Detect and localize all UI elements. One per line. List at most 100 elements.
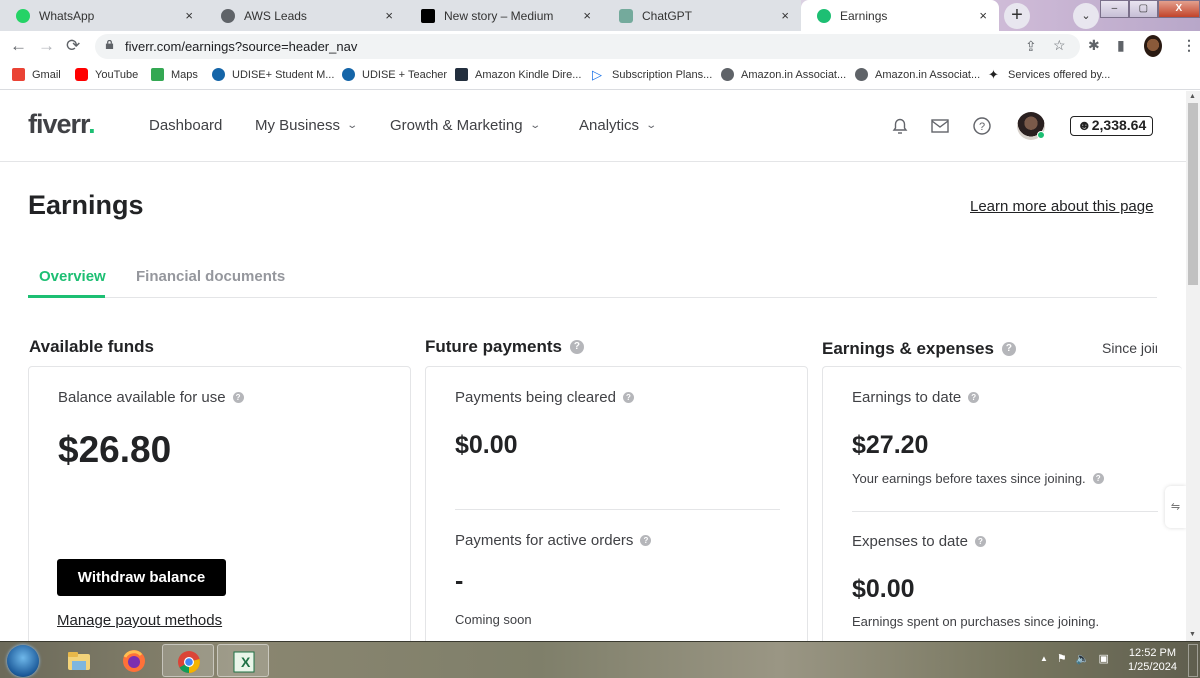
period-selector[interactable]: Since joining	[1102, 340, 1157, 356]
close-tab-icon[interactable]: ×	[979, 8, 987, 23]
notifications-bell-icon[interactable]	[889, 115, 911, 137]
medium-icon	[421, 8, 435, 23]
share-icon[interactable]: ⇪	[1025, 38, 1037, 55]
nav-dashboard[interactable]: Dashboard	[149, 117, 222, 134]
minimize-button[interactable]: –	[1100, 0, 1129, 18]
bookmark-udise-teacher[interactable]: UDISE + Teacher	[342, 68, 447, 81]
bookmark-youtube[interactable]: YouTube	[75, 68, 138, 81]
clock-date: 1/25/2024	[1128, 661, 1177, 673]
bookmark-star-icon[interactable]: ☆	[1053, 37, 1066, 54]
browser-tab-whatsapp[interactable]: WhatsApp ×	[0, 0, 206, 31]
extensions-icon[interactable]: ✱	[1088, 37, 1100, 54]
nav-growth-marketing[interactable]: Growth & Marketing ⌄	[390, 117, 541, 134]
bookmark-amazon-associates-2[interactable]: Amazon.in Associat...	[855, 68, 980, 81]
bookmark-amazon-associates-1[interactable]: Amazon.in Associat...	[721, 68, 846, 81]
withdraw-balance-button[interactable]: Withdraw balance	[57, 559, 226, 596]
divider	[852, 511, 1158, 512]
scrollbar-thumb[interactable]	[1188, 103, 1198, 285]
back-button[interactable]: ←	[10, 37, 27, 55]
bookmark-udise-student[interactable]: UDISE+ Student M...	[212, 68, 334, 81]
udise-icon	[342, 68, 355, 81]
tab-title: AWS Leads	[244, 8, 307, 23]
bookmark-services[interactable]: ✦ Services offered by...	[988, 68, 1110, 81]
scroll-up-arrow[interactable]: ▲	[1189, 93, 1196, 100]
maximize-button[interactable]: ▢	[1128, 0, 1158, 18]
clock-time: 12:52 PM	[1128, 647, 1177, 659]
manage-payout-methods-link[interactable]: Manage payout methods	[57, 612, 222, 629]
bookmark-label: YouTube	[95, 68, 139, 81]
available-funds-heading: Available funds	[29, 337, 154, 357]
side-panel-icon[interactable]: ▮	[1117, 37, 1125, 54]
active-orders-label: Payments for active orders?	[455, 532, 652, 549]
close-tab-icon[interactable]: ×	[385, 8, 393, 23]
taskbar-firefox[interactable]	[108, 644, 160, 677]
tab-search-button[interactable]: ⌄	[1073, 3, 1099, 29]
taskbar-excel[interactable]: X	[217, 644, 269, 677]
url-text[interactable]: fiverr.com/earnings?source=header_nav	[125, 39, 357, 54]
browser-tab-aws-leads[interactable]: AWS Leads ×	[205, 0, 406, 31]
close-window-button[interactable]: X	[1157, 0, 1200, 18]
show-hidden-icons-arrow[interactable]: ▲	[1040, 652, 1048, 666]
taskbar-file-explorer[interactable]	[53, 644, 105, 677]
volume-icon[interactable]: 🔈	[1076, 652, 1090, 666]
help-icon[interactable]: ?	[968, 392, 980, 403]
close-tab-icon[interactable]: ×	[583, 8, 591, 23]
globe-icon	[721, 68, 734, 81]
udise-icon	[212, 68, 225, 81]
tab-financial-documents[interactable]: Financial documents	[136, 268, 285, 285]
show-desktop-button[interactable]	[1188, 644, 1198, 677]
messages-mail-icon[interactable]	[929, 115, 951, 137]
label-text: Payments for active orders	[455, 532, 634, 549]
page-scrollbar[interactable]: ▲ ▼	[1186, 91, 1200, 641]
tab-overview[interactable]: Overview	[39, 268, 106, 285]
forward-button[interactable]: →	[38, 37, 55, 55]
chevron-down-icon: ⌄	[528, 120, 541, 131]
nav-label: Dashboard	[149, 117, 223, 134]
nav-my-business[interactable]: My Business ⌄	[255, 117, 358, 134]
network-icon[interactable]: ▣	[1099, 652, 1109, 666]
side-panel-handle[interactable]: ⇋	[1165, 486, 1186, 528]
label-text: Payments being cleared	[455, 389, 616, 406]
action-center-flag-icon[interactable]: ⚑	[1057, 652, 1067, 666]
label-text: Expenses to date	[852, 533, 968, 550]
future-payments-heading: Future payments?	[425, 337, 584, 357]
nav-analytics[interactable]: Analytics ⌄	[579, 117, 657, 134]
tab-title: Earnings	[840, 8, 888, 23]
close-tab-icon[interactable]: ×	[185, 8, 193, 23]
cleared-value: $0.00	[455, 431, 518, 459]
help-icon[interactable]: ?	[640, 535, 652, 546]
earnings-note: Your earnings before taxes since joining…	[852, 471, 1104, 486]
browser-tab-chatgpt[interactable]: ChatGPT ×	[603, 0, 801, 31]
taskbar-chrome[interactable]	[162, 644, 214, 677]
credits-balance[interactable]: ☻2,338.64	[1070, 116, 1154, 136]
help-icon[interactable]: ?	[1092, 473, 1104, 484]
help-icon[interactable]: ?	[974, 536, 986, 547]
bookmark-kindle[interactable]: Amazon Kindle Dire...	[455, 68, 581, 81]
reload-button[interactable]: ⟳	[66, 37, 80, 55]
address-bar[interactable]: fiverr.com/earnings?source=header_nav ⇪ …	[95, 34, 1080, 59]
start-button[interactable]	[7, 645, 39, 677]
bookmark-subscription[interactable]: ▷ Subscription Plans...	[592, 68, 712, 81]
whatsapp-icon	[16, 8, 30, 23]
browser-menu-icon[interactable]: ⋮	[1182, 37, 1196, 54]
bookmark-label: Gmail	[32, 68, 61, 81]
browser-tab-medium[interactable]: New story – Medium ×	[405, 0, 604, 31]
profile-avatar[interactable]	[1144, 35, 1162, 57]
learn-more-link[interactable]: Learn more about this page	[970, 198, 1153, 215]
system-clock[interactable]: 12:52 PM 1/25/2024	[1128, 646, 1177, 674]
active-orders-value: -	[455, 567, 464, 595]
balance-label: Balance available for use?	[58, 389, 244, 406]
scroll-down-arrow[interactable]: ▼	[1189, 631, 1196, 638]
help-icon[interactable]: ?	[622, 392, 634, 403]
compass-icon: ✦	[988, 67, 999, 82]
fiverr-logo[interactable]: fiverr.	[28, 109, 96, 140]
bookmark-maps[interactable]: Maps	[151, 68, 198, 81]
browser-tab-earnings[interactable]: Earnings ×	[801, 0, 999, 31]
bookmark-gmail[interactable]: Gmail	[12, 68, 61, 81]
close-tab-icon[interactable]: ×	[781, 8, 789, 23]
help-icon[interactable]: ?	[232, 392, 244, 403]
help-icon[interactable]: ?	[1001, 342, 1016, 356]
help-icon[interactable]: ?	[569, 340, 584, 354]
help-icon[interactable]: ?	[971, 115, 993, 137]
new-tab-button[interactable]: +	[1004, 3, 1030, 29]
